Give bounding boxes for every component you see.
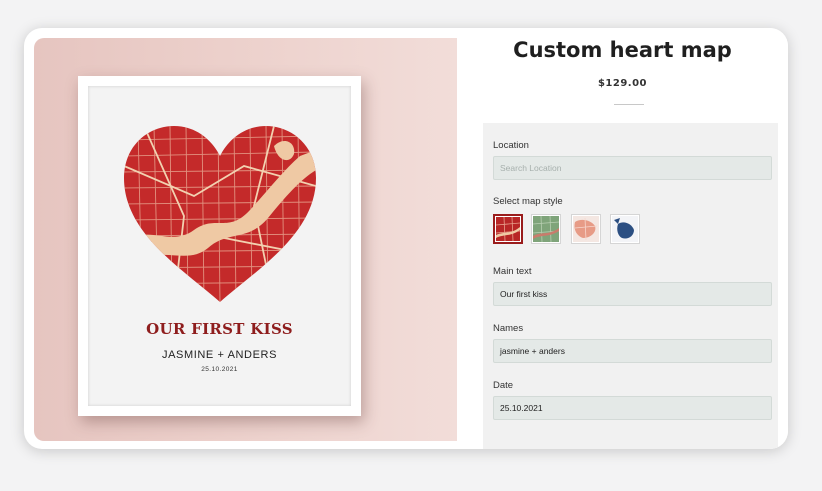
- main-text-input[interactable]: Our first kiss: [493, 282, 772, 306]
- customization-form: Location Search Location Select map styl…: [483, 123, 778, 449]
- main-text-label: Main text: [493, 266, 532, 277]
- print-date: 25.10.2021: [201, 366, 238, 373]
- location-label: Location: [493, 140, 529, 151]
- print-names: JASMINE + ANDERS: [161, 349, 278, 361]
- names-label: Names: [493, 323, 524, 334]
- coral-map-thumbnail-icon: [573, 216, 599, 242]
- names-input[interactable]: jasmine + anders: [493, 339, 772, 363]
- heart-map-image: [124, 126, 316, 302]
- map-style-coral[interactable]: [571, 214, 601, 244]
- navy-map-thumbnail-icon: [612, 216, 638, 242]
- map-style-green[interactable]: [531, 214, 561, 244]
- red-map-thumbnail-icon: [496, 217, 520, 241]
- print-main-text: OUR FIRST KISS: [146, 320, 293, 338]
- picture-frame: OUR FIRST KISS JASMINE + ANDERS 25.10.20…: [78, 76, 361, 416]
- title-divider: [614, 104, 644, 105]
- map-style-label: Select map style: [493, 196, 563, 207]
- product-title: Custom heart map: [513, 38, 732, 62]
- product-price: $129.00: [597, 78, 648, 89]
- location-search-input[interactable]: Search Location: [493, 156, 772, 180]
- green-map-thumbnail-icon: [533, 216, 559, 242]
- date-input[interactable]: 25.10.2021: [493, 396, 772, 420]
- date-label: Date: [493, 380, 514, 391]
- map-style-navy[interactable]: [610, 214, 640, 244]
- product-photo: OUR FIRST KISS JASMINE + ANDERS 25.10.20…: [34, 38, 457, 441]
- map-style-red[interactable]: [493, 214, 523, 244]
- map-print: OUR FIRST KISS JASMINE + ANDERS 25.10.20…: [88, 86, 351, 406]
- product-options-panel: Custom heart map $129.00 Location Search…: [457, 28, 788, 449]
- product-card: OUR FIRST KISS JASMINE + ANDERS 25.10.20…: [24, 28, 788, 449]
